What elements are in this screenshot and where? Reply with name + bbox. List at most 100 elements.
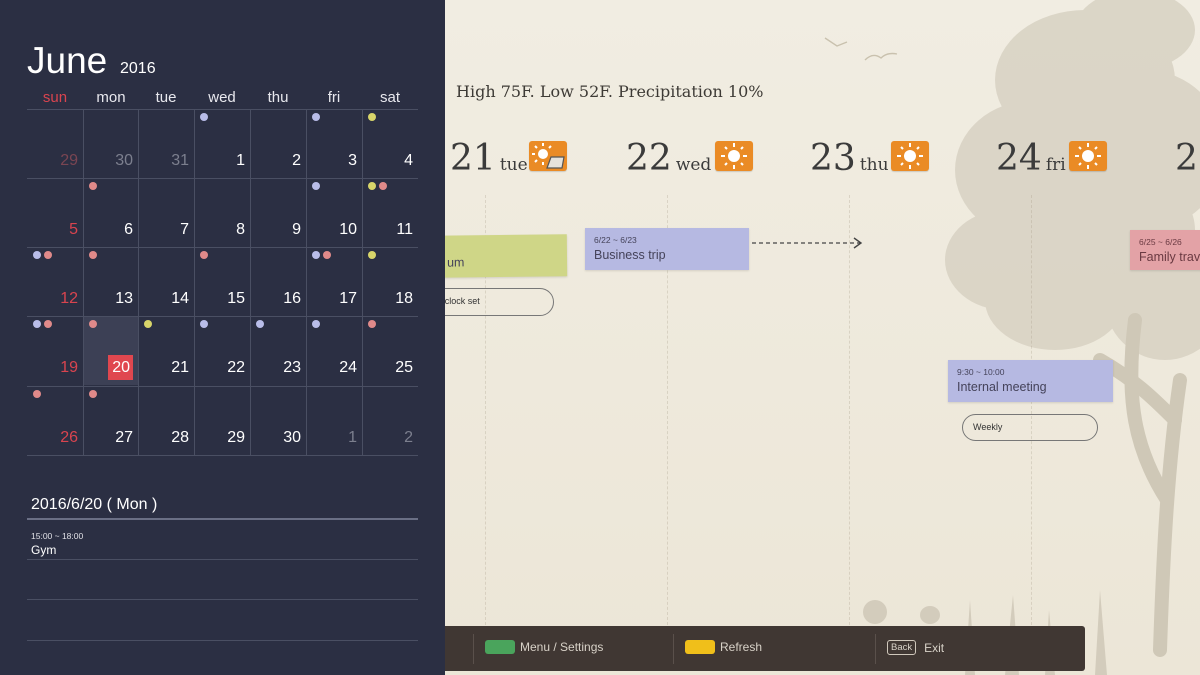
refresh-button[interactable]: Refresh xyxy=(685,640,762,654)
day-number: 21 xyxy=(171,359,189,376)
day-number: 23 xyxy=(283,359,301,376)
day-number: 25 xyxy=(395,359,413,376)
grid-line xyxy=(27,455,418,456)
day-cell[interactable]: 16 xyxy=(250,247,306,316)
day-header-21[interactable]: 21 tue xyxy=(450,138,567,182)
month-title: June xyxy=(27,40,108,81)
day-cell[interactable]: 25 xyxy=(362,316,418,385)
weekday-sat: sat xyxy=(379,89,400,106)
day-cell[interactable]: 31 xyxy=(138,109,194,178)
day-cell[interactable]: 12 xyxy=(27,247,83,316)
grid-line xyxy=(27,247,418,248)
day-number: 30 xyxy=(115,152,133,169)
day-cell[interactable]: 21 xyxy=(138,316,194,385)
agenda-background xyxy=(445,0,1200,675)
day-number: 8 xyxy=(236,221,245,238)
event-dot xyxy=(379,182,387,190)
day-number: 11 xyxy=(396,221,413,238)
day-cell[interactable]: 10 xyxy=(306,178,362,247)
day-number: 26 xyxy=(60,429,78,446)
day-cell[interactable]: 6 xyxy=(83,178,138,247)
event-label: Internal meeting xyxy=(957,380,1047,394)
back-key-icon: Back xyxy=(887,640,917,655)
day-number: 31 xyxy=(171,152,189,169)
event-dot xyxy=(256,320,264,328)
day-number: 20 xyxy=(112,359,130,376)
divider xyxy=(27,518,418,520)
event-note-museum[interactable]: um xyxy=(434,234,568,278)
day-cell[interactable]: 29 xyxy=(27,109,83,178)
day-cell[interactable]: 29 xyxy=(194,386,250,455)
day-cell[interactable]: 20 xyxy=(83,316,138,385)
day-number: 24 xyxy=(996,138,1042,179)
divider xyxy=(27,599,418,600)
day-cell[interactable]: 19 xyxy=(27,316,83,385)
day-cell[interactable]: 26 xyxy=(27,386,83,455)
day-cell[interactable]: 2 xyxy=(362,386,418,455)
day-cell[interactable]: 1 xyxy=(194,109,250,178)
day-number: 27 xyxy=(115,429,133,446)
day-cell[interactable]: 23 xyxy=(250,316,306,385)
day-header-22[interactable]: 22 wed xyxy=(626,138,753,182)
day-number: 15 xyxy=(227,290,245,307)
day-cell[interactable]: 9 xyxy=(250,178,306,247)
day-cell[interactable]: 2 xyxy=(250,109,306,178)
event-dot xyxy=(33,251,41,259)
day-number: 24 xyxy=(339,359,357,376)
day-number: 7 xyxy=(180,221,189,238)
event-dot xyxy=(368,113,376,121)
event-dot xyxy=(89,390,97,398)
day-cell[interactable]: 27 xyxy=(83,386,138,455)
day-cell[interactable]: 24 xyxy=(306,316,362,385)
menu-settings-button[interactable]: Menu / Settings xyxy=(485,640,603,654)
divider xyxy=(673,634,674,664)
day-cell[interactable]: 22 xyxy=(194,316,250,385)
day-cell[interactable]: 18 xyxy=(362,247,418,316)
event-dot xyxy=(89,251,97,259)
day-cell[interactable]: 7 xyxy=(138,178,194,247)
day-cell[interactable]: 28 xyxy=(138,386,194,455)
day-cell[interactable]: 30 xyxy=(250,386,306,455)
event-dot xyxy=(368,182,376,190)
event-dot xyxy=(33,320,41,328)
day-name: fri xyxy=(1045,155,1066,175)
day-header-23[interactable]: 23 thu xyxy=(810,138,929,182)
day-cell[interactable]: 4 xyxy=(362,109,418,178)
day-number: 1 xyxy=(236,152,245,169)
event-comment-bubble[interactable]: Weekly xyxy=(962,414,1098,441)
day-cell[interactable]: 1 xyxy=(306,386,362,455)
event-note-business-trip[interactable]: 6/22 ~ 6/23 Business trip xyxy=(585,228,749,270)
day-cell[interactable]: 8 xyxy=(194,178,250,247)
weekday-thu: thu xyxy=(267,89,289,106)
day-cell[interactable]: 15 xyxy=(194,247,250,316)
day-header-24[interactable]: 24 fri xyxy=(996,138,1107,182)
day-header-25[interactable]: 2 xyxy=(1175,138,1200,182)
day-number: 4 xyxy=(404,152,413,169)
event-dot xyxy=(144,320,152,328)
event-note-family-travel[interactable]: 6/25 ~ 6/26 Family trav xyxy=(1130,230,1200,270)
day-cell[interactable]: 17 xyxy=(306,247,362,316)
bottom-action-bar: Menu / Settings Refresh Back Exit xyxy=(445,626,1085,671)
event-label: Family trav xyxy=(1139,250,1200,264)
day-cell[interactable]: 11 xyxy=(362,178,418,247)
event-comment-bubble[interactable]: 'clock set xyxy=(428,288,554,316)
day-number: 2 xyxy=(1175,138,1198,179)
bubble-text: Weekly xyxy=(973,422,1003,432)
menu-settings-label: Menu / Settings xyxy=(520,640,604,654)
day-cell[interactable]: 5 xyxy=(27,178,83,247)
event-title[interactable]: Gym xyxy=(31,543,56,557)
grid-line xyxy=(306,109,307,455)
day-cell[interactable]: 3 xyxy=(306,109,362,178)
sun-cloud-icon xyxy=(529,141,567,171)
day-cell[interactable]: 13 xyxy=(83,247,138,316)
event-label: um xyxy=(446,255,465,270)
event-note-internal-meeting[interactable]: 9:30 ~ 10:00 Internal meeting xyxy=(948,360,1113,402)
grid-line xyxy=(194,109,195,455)
day-cell[interactable]: 30 xyxy=(83,109,138,178)
event-date-range: 6/25 ~ 6/26 xyxy=(1139,237,1182,247)
day-number: 5 xyxy=(69,221,78,238)
sun-icon xyxy=(891,141,929,171)
day-number: 2 xyxy=(404,429,413,446)
day-cell[interactable]: 14 xyxy=(138,247,194,316)
exit-button[interactable]: Back Exit xyxy=(887,640,944,655)
